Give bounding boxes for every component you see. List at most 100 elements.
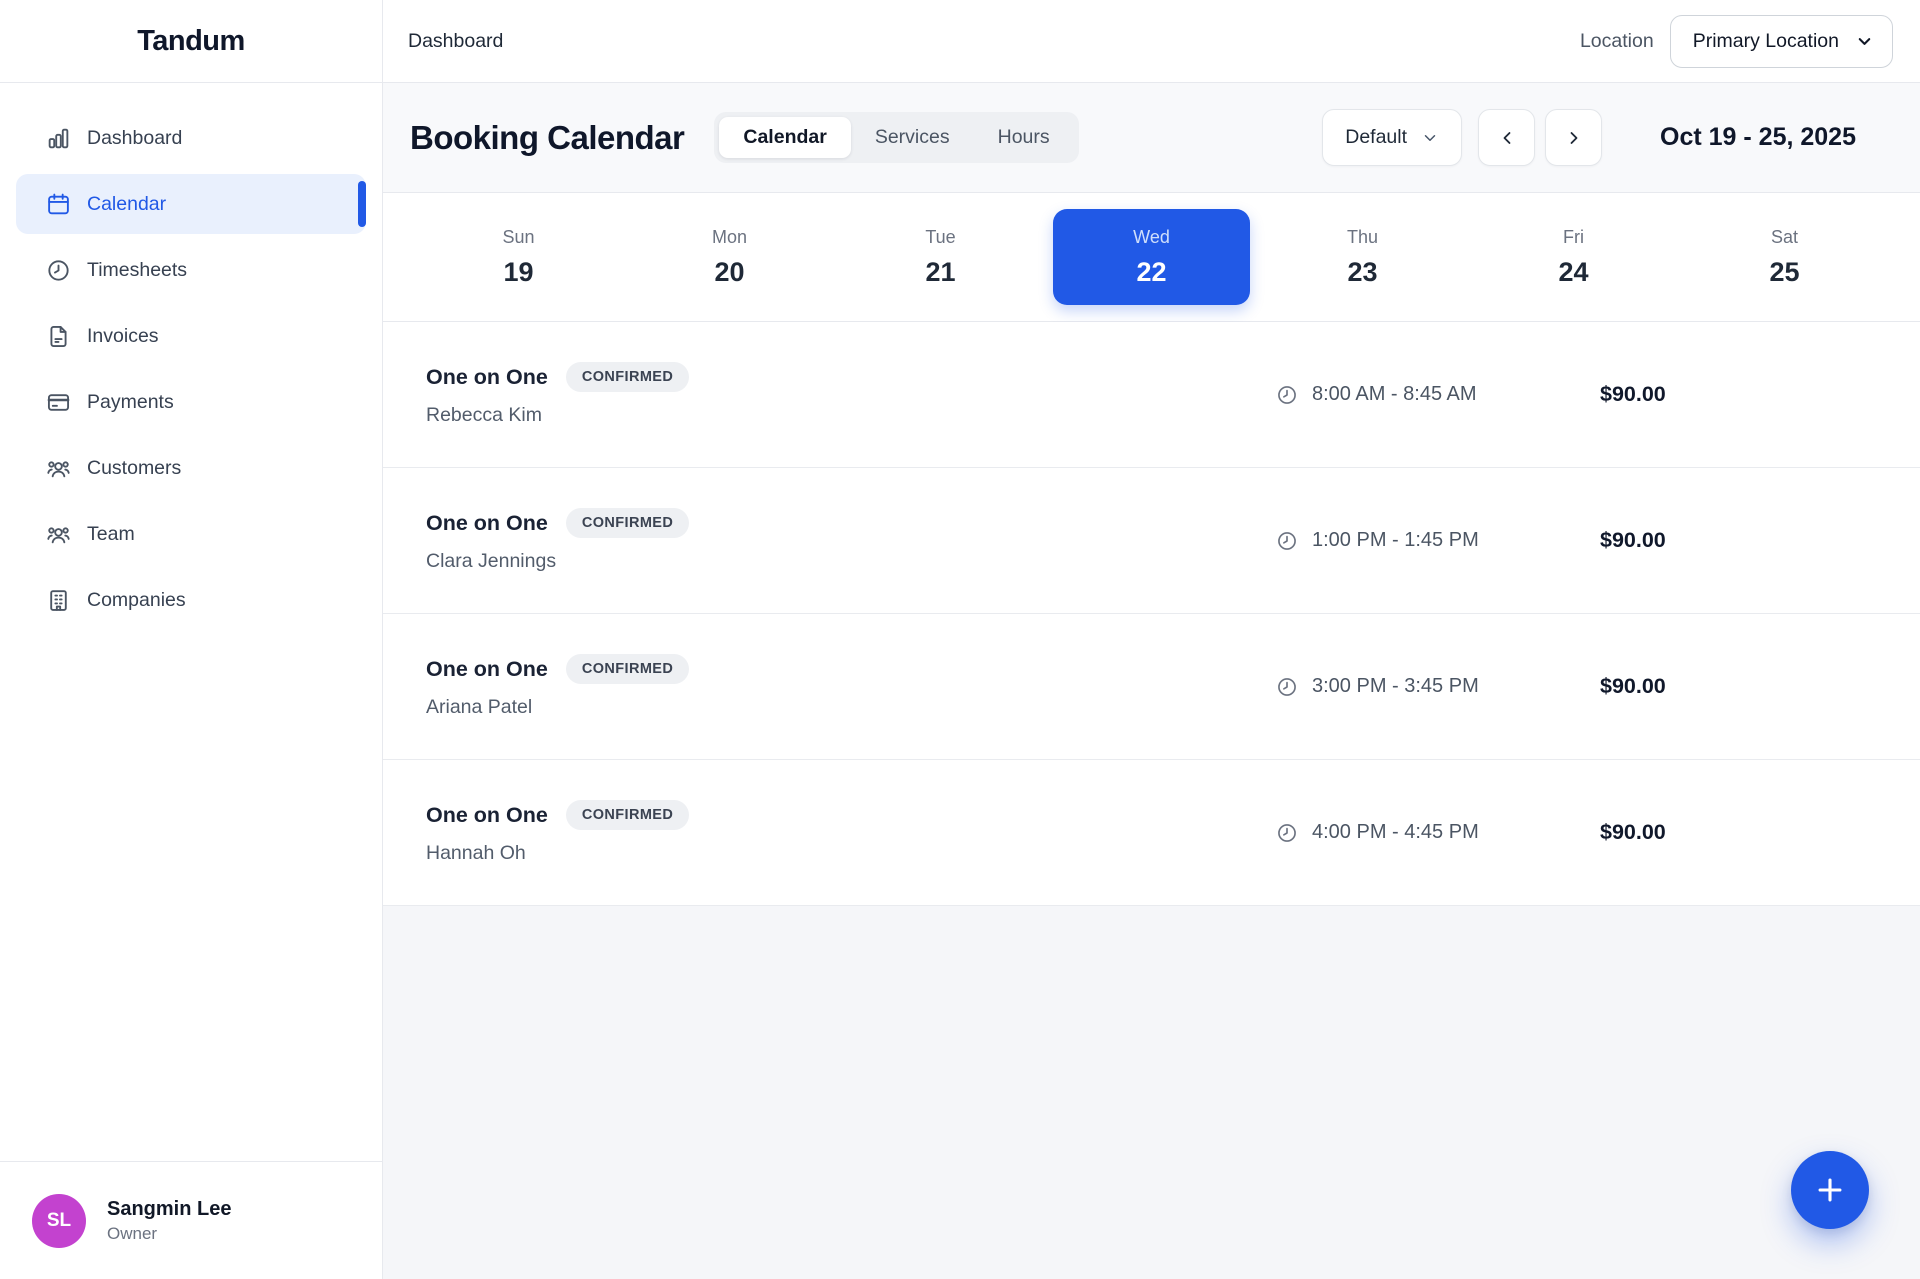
appointment-time: 4:00 PM - 4:45 PM bbox=[1276, 821, 1600, 844]
sidebar-item-team[interactable]: Team bbox=[16, 504, 366, 564]
chevron-down-icon bbox=[1855, 32, 1874, 51]
add-booking-button[interactable] bbox=[1791, 1151, 1869, 1229]
time-range: 8:00 AM - 8:45 AM bbox=[1312, 383, 1477, 406]
calendar-icon bbox=[45, 191, 71, 217]
breadcrumb: Dashboard bbox=[408, 30, 503, 53]
plus-icon bbox=[1813, 1173, 1847, 1207]
topbar-right: Location Primary Location bbox=[1580, 15, 1893, 68]
day-name: Fri bbox=[1563, 227, 1584, 248]
tab-calendar[interactable]: Calendar bbox=[719, 117, 850, 158]
appointment-info: One on One CONFIRMED Hannah Oh bbox=[426, 800, 1276, 865]
appointment-row[interactable]: One on One CONFIRMED Clara Jennings 1:00… bbox=[383, 468, 1920, 614]
location-select[interactable]: Primary Location bbox=[1670, 15, 1893, 68]
bar-chart-icon bbox=[45, 125, 71, 151]
day-number: 21 bbox=[925, 257, 955, 288]
user-name: Sangmin Lee bbox=[107, 1198, 231, 1221]
appointment-price: $90.00 bbox=[1600, 382, 1686, 407]
appointment-row[interactable]: One on One CONFIRMED Rebecca Kim 8:00 AM… bbox=[383, 322, 1920, 468]
avatar: SL bbox=[32, 1194, 86, 1248]
day-name: Sat bbox=[1771, 227, 1798, 248]
sidebar-item-label: Timesheets bbox=[87, 259, 187, 282]
sidebar-item-calendar[interactable]: Calendar bbox=[16, 174, 366, 234]
appointment-time: 8:00 AM - 8:45 AM bbox=[1276, 383, 1600, 406]
day-cell-fri[interactable]: Fri 24 bbox=[1475, 209, 1672, 305]
sidebar-item-customers[interactable]: Customers bbox=[16, 438, 366, 498]
view-filter-dropdown[interactable]: Default bbox=[1322, 109, 1462, 166]
clock-icon bbox=[1276, 530, 1298, 552]
tab-hours[interactable]: Hours bbox=[974, 117, 1074, 158]
appointment-title: One on One bbox=[426, 511, 548, 536]
sidebar-item-label: Dashboard bbox=[87, 127, 182, 150]
user-info: Sangmin Lee Owner bbox=[107, 1198, 231, 1244]
tab-services[interactable]: Services bbox=[851, 117, 974, 158]
day-cell-wed-selected[interactable]: Wed 22 bbox=[1053, 209, 1250, 305]
sidebar-item-invoices[interactable]: Invoices bbox=[16, 306, 366, 366]
status-badge: CONFIRMED bbox=[566, 654, 689, 684]
file-icon bbox=[45, 323, 71, 349]
user-menu[interactable]: SL Sangmin Lee Owner bbox=[0, 1161, 382, 1279]
clock-icon bbox=[1276, 676, 1298, 698]
prev-week-button[interactable] bbox=[1478, 109, 1535, 166]
page-title: Booking Calendar bbox=[410, 119, 684, 157]
status-badge: CONFIRMED bbox=[566, 800, 689, 830]
users-icon bbox=[45, 455, 71, 481]
appointment-list: One on One CONFIRMED Rebecca Kim 8:00 AM… bbox=[383, 322, 1920, 906]
calendar-header: Booking Calendar Calendar Services Hours… bbox=[383, 83, 1920, 193]
sidebar-nav: Dashboard Calendar bbox=[0, 83, 382, 1161]
day-name: Mon bbox=[712, 227, 747, 248]
logo-section: Tandum bbox=[0, 0, 382, 83]
day-cell-thu[interactable]: Thu 23 bbox=[1264, 209, 1461, 305]
credit-card-icon bbox=[45, 389, 71, 415]
active-indicator bbox=[358, 181, 366, 227]
booking-app: Tandum Dashboard bbox=[0, 0, 1920, 1279]
location-select-value: Primary Location bbox=[1693, 30, 1839, 53]
user-role: Owner bbox=[107, 1224, 231, 1244]
clock-icon bbox=[45, 257, 71, 283]
appointment-title: One on One bbox=[426, 365, 548, 390]
topbar: Dashboard Location Primary Location bbox=[383, 0, 1920, 83]
day-number: 22 bbox=[1136, 257, 1166, 288]
day-cell-sat[interactable]: Sat 25 bbox=[1686, 209, 1883, 305]
view-filter-value: Default bbox=[1345, 126, 1407, 149]
sidebar-item-label: Calendar bbox=[87, 193, 166, 216]
day-cell-tue[interactable]: Tue 21 bbox=[842, 209, 1039, 305]
week-day-selector: Sun 19 Mon 20 Tue 21 Wed 22 Thu 23 Fri 2… bbox=[383, 193, 1920, 322]
appointment-row[interactable]: One on One CONFIRMED Ariana Patel 3:00 P… bbox=[383, 614, 1920, 760]
sidebar-item-label: Customers bbox=[87, 457, 181, 480]
day-name: Wed bbox=[1133, 227, 1170, 248]
status-badge: CONFIRMED bbox=[566, 362, 689, 392]
appointment-row[interactable]: One on One CONFIRMED Hannah Oh 4:00 PM -… bbox=[383, 760, 1920, 906]
appointment-info: One on One CONFIRMED Ariana Patel bbox=[426, 654, 1276, 719]
appointment-price: $90.00 bbox=[1600, 820, 1686, 845]
sidebar-item-payments[interactable]: Payments bbox=[16, 372, 366, 432]
appointment-price: $90.00 bbox=[1600, 528, 1686, 553]
time-range: 3:00 PM - 3:45 PM bbox=[1312, 675, 1479, 698]
time-range: 1:00 PM - 1:45 PM bbox=[1312, 529, 1479, 552]
appointment-price: $90.00 bbox=[1600, 674, 1686, 699]
day-name: Thu bbox=[1347, 227, 1378, 248]
day-cell-sun[interactable]: Sun 19 bbox=[420, 209, 617, 305]
appointment-title: One on One bbox=[426, 657, 548, 682]
sidebar-item-label: Team bbox=[87, 523, 135, 546]
sidebar-item-companies[interactable]: Companies bbox=[16, 570, 366, 630]
sidebar: Tandum Dashboard bbox=[0, 0, 383, 1279]
sidebar-item-dashboard[interactable]: Dashboard bbox=[16, 108, 366, 168]
day-number: 24 bbox=[1558, 257, 1588, 288]
chevron-down-icon bbox=[1421, 129, 1439, 147]
day-number: 19 bbox=[503, 257, 533, 288]
customer-name: Rebecca Kim bbox=[426, 404, 1276, 427]
sidebar-item-label: Payments bbox=[87, 391, 174, 414]
appointment-info: One on One CONFIRMED Clara Jennings bbox=[426, 508, 1276, 573]
main-area: Dashboard Location Primary Location Book… bbox=[383, 0, 1920, 1279]
app-logo: Tandum bbox=[137, 25, 245, 58]
sidebar-item-label: Companies bbox=[87, 589, 186, 612]
day-cell-mon[interactable]: Mon 20 bbox=[631, 209, 828, 305]
appointment-title: One on One bbox=[426, 803, 548, 828]
clock-icon bbox=[1276, 822, 1298, 844]
view-tabs: Calendar Services Hours bbox=[714, 112, 1078, 163]
sidebar-item-timesheets[interactable]: Timesheets bbox=[16, 240, 366, 300]
next-week-button[interactable] bbox=[1545, 109, 1602, 166]
empty-area bbox=[383, 906, 1920, 1279]
time-range: 4:00 PM - 4:45 PM bbox=[1312, 821, 1479, 844]
date-range: Oct 19 - 25, 2025 bbox=[1660, 123, 1856, 152]
